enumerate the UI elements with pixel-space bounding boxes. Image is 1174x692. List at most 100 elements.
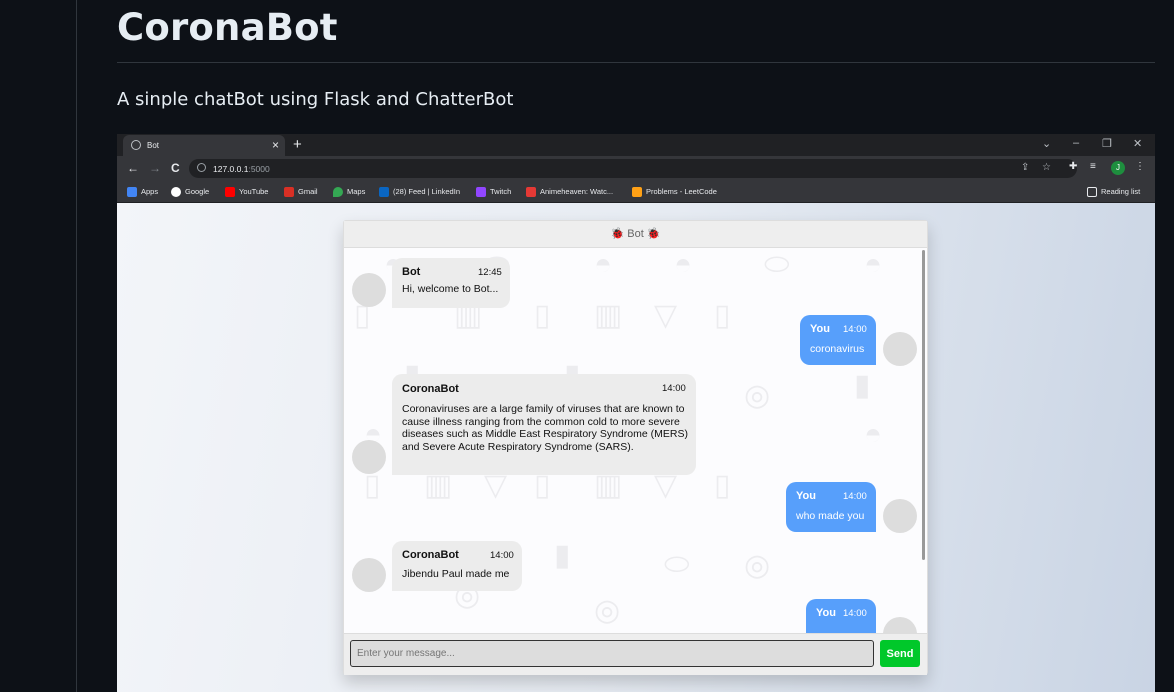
message-sender: You <box>816 607 836 619</box>
readme-description: A sinple chatBot using Flask and Chatter… <box>117 89 514 110</box>
restore-icon[interactable]: ❐ <box>1102 137 1112 150</box>
message-bubble: You 14:00 who made you <box>786 482 876 532</box>
minimize-icon[interactable]: – <box>1073 137 1079 149</box>
popsicle-icon: ▮ <box>854 369 871 402</box>
url-text: 127.0.0.1:5000 <box>213 164 270 174</box>
bookmark-apps[interactable]: Apps <box>127 186 158 198</box>
share-icon[interactable]: ⇪ <box>1021 162 1029 173</box>
menu-icon[interactable]: ⋮ <box>1135 161 1145 172</box>
burger-icon: ◓ <box>864 418 883 451</box>
profile-avatar[interactable]: J <box>1111 161 1125 175</box>
chat-scrollbar[interactable] <box>922 250 925 560</box>
bookmark-leetcode[interactable]: Problems - LeetCode <box>632 186 717 198</box>
avatar <box>883 332 917 366</box>
send-button[interactable]: Send <box>880 640 920 667</box>
address-bar[interactable]: 127.0.0.1:5000 ⇪ ☆ <box>189 159 1077 178</box>
tab-search-icon[interactable]: ⌄ <box>1042 137 1051 150</box>
reading-list-icon <box>1087 187 1097 198</box>
reload-icon[interactable]: C <box>171 161 180 175</box>
message-sender: Bot <box>402 266 421 278</box>
message-sender: CoronaBot <box>402 383 459 395</box>
message-sender: You <box>810 323 830 335</box>
message-text: Jibendu Paul made me <box>402 568 510 580</box>
chat-header: 🐞 Bot 🐞 <box>344 221 927 248</box>
browser-tab[interactable]: Bot × <box>123 135 285 156</box>
burger-icon: ◓ <box>594 248 613 281</box>
drink-icon: ▯ <box>534 299 551 332</box>
bookmark-animeheaven[interactable]: Animeheaven: Watc... <box>526 186 613 198</box>
message-sender: CoronaBot <box>402 549 459 561</box>
message-text: who made you <box>796 510 865 522</box>
message-time: 14:00 <box>843 324 867 335</box>
page: CoronaBot A sinple chatBot using Flask a… <box>0 0 1174 692</box>
bookmark-google[interactable]: Google <box>171 186 209 198</box>
avatar <box>352 273 386 307</box>
message-time: 12:45 <box>478 267 502 278</box>
message-bubble: You 14:00 coronavirus <box>800 315 876 365</box>
twitch-icon <box>476 187 486 198</box>
message-time: 14:00 <box>843 608 867 619</box>
page-viewport: 🐞 Bot 🐞 ◓ ⬭ ◓ ◓ ⬭ ◓ ▯ ▥ ▯ ▥ ▽ ▯ ▮ ▮ <box>117 203 1155 692</box>
message-bubble: CoronaBot 14:00 Coronaviruses are a larg… <box>392 374 696 475</box>
burger-icon: ◓ <box>864 248 883 281</box>
message-time: 14:00 <box>490 550 514 561</box>
bookmark-gmail[interactable]: Gmail <box>284 186 318 198</box>
drink-icon: ▯ <box>714 299 731 332</box>
sidebar-divider <box>76 0 77 692</box>
avatar <box>883 617 917 633</box>
reading-list[interactable]: Reading list <box>1087 186 1140 198</box>
message-text: Hi, welcome to Bot... <box>402 283 499 295</box>
animeheaven-icon <box>526 187 536 198</box>
close-window-icon[interactable]: ✕ <box>1133 137 1142 150</box>
new-tab-icon[interactable]: + <box>293 136 302 153</box>
donut-icon: ◎ <box>744 379 771 412</box>
chat-messages[interactable]: ◓ ⬭ ◓ ◓ ⬭ ◓ ▯ ▥ ▯ ▥ ▽ ▯ ▮ ▮ ◎ ▮ ◓ <box>344 248 927 633</box>
avatar <box>352 440 386 474</box>
star-icon[interactable]: ☆ <box>1042 162 1051 173</box>
maps-icon <box>333 187 343 198</box>
bookmarks-bar: Apps Google YouTube Gmail Maps (28) Feed… <box>117 181 1155 203</box>
title-divider <box>117 62 1155 63</box>
browser-toolbar: ← → C 127.0.0.1:5000 ⇪ ☆ ✚ ≡ J ⋮ <box>117 156 1155 181</box>
icecream-icon: ▽ <box>654 299 678 332</box>
site-info-icon[interactable] <box>197 163 206 172</box>
donut-icon: ◎ <box>744 549 771 582</box>
message-input[interactable] <box>350 640 874 667</box>
screenshot-image: Bot × + ⌄ – ❐ ✕ ← → C 127.0.0.1:5000 ⇪ ☆… <box>117 134 1155 692</box>
avatar <box>352 558 386 592</box>
media-icon[interactable]: ≡ <box>1090 161 1096 172</box>
burger-icon: ◓ <box>674 248 693 281</box>
google-icon <box>171 187 181 198</box>
tab-title: Bot <box>147 141 160 150</box>
browser-tabstrip: Bot × + ⌄ – ❐ ✕ <box>117 134 1155 156</box>
message-time: 14:00 <box>843 491 867 502</box>
close-tab-icon[interactable]: × <box>272 138 279 152</box>
bookmark-twitch[interactable]: Twitch <box>476 186 511 198</box>
readme-title: CoronaBot <box>117 6 338 49</box>
bookmark-maps[interactable]: Maps <box>333 186 365 198</box>
extensions-icon[interactable]: ✚ <box>1069 161 1077 172</box>
gmail-icon <box>284 187 294 198</box>
chat-input-area: Send <box>344 633 927 675</box>
message-text: Coronaviruses are a large family of viru… <box>402 403 688 453</box>
hotdog-icon: ⬭ <box>764 248 790 281</box>
bookmark-youtube[interactable]: YouTube <box>225 186 268 198</box>
bookmark-linkedin[interactable]: (28) Feed | LinkedIn <box>379 186 460 198</box>
message-sender: You <box>796 490 816 502</box>
donut-icon: ◎ <box>594 594 621 627</box>
forward-icon[interactable]: → <box>149 161 161 175</box>
back-icon[interactable]: ← <box>127 161 139 175</box>
fries-icon: ▥ <box>594 299 623 332</box>
popsicle-icon: ▮ <box>554 539 571 572</box>
message-text: coronavirus <box>810 343 865 355</box>
avatar <box>883 499 917 533</box>
linkedin-icon <box>379 187 389 198</box>
globe-icon <box>131 140 141 150</box>
message-bubble: You 14:00 <box>806 599 876 633</box>
message-time: 14:00 <box>662 383 686 394</box>
message-bubble: Bot 12:45 Hi, welcome to Bot... <box>392 258 510 308</box>
hotdog-icon: ⬭ <box>664 548 690 581</box>
message-bubble: CoronaBot 14:00 Jibendu Paul made me <box>392 541 522 591</box>
drink-icon: ▯ <box>714 469 731 502</box>
chat-window: 🐞 Bot 🐞 ◓ ⬭ ◓ ◓ ⬭ ◓ ▯ ▥ ▯ ▥ ▽ ▯ ▮ ▮ <box>343 220 928 675</box>
